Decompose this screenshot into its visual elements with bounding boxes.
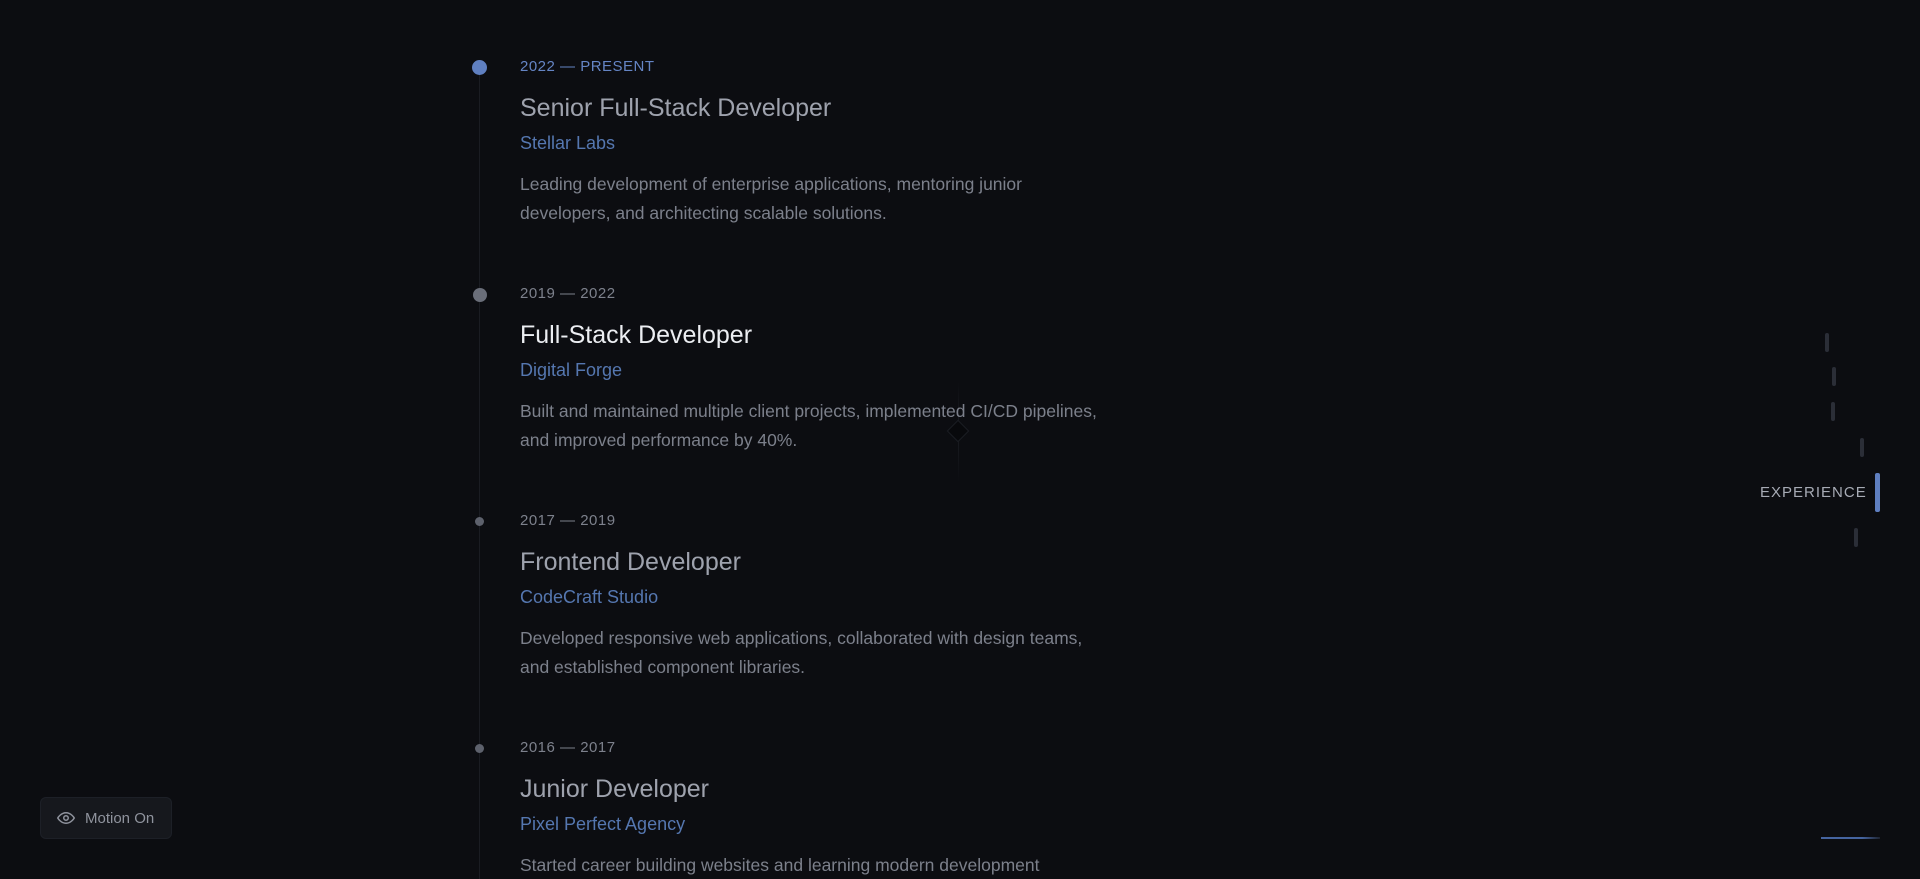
timeline-line — [479, 60, 480, 879]
entry-company: Stellar Labs — [520, 133, 616, 153]
timeline-dot — [473, 288, 487, 302]
timeline-dot-active — [472, 60, 487, 75]
entry-date: 2019 — 2022 — [520, 285, 616, 302]
entry-description: Leading development of enterprise applic… — [520, 174, 1022, 223]
motion-toggle-button[interactable]: Motion On — [40, 797, 172, 839]
timeline-dot — [475, 744, 484, 753]
section-nav-tick[interactable] — [1854, 528, 1858, 547]
entry-description: Developed responsive web applications, c… — [520, 628, 1083, 677]
entry-company: CodeCraft Studio — [520, 587, 659, 607]
timeline-entry: 2016 — 2017 Junior Developer Pixel Perfe… — [520, 739, 1100, 879]
timeline-entry: 2022 — PRESENT Senior Full-Stack Develop… — [520, 58, 1100, 228]
timeline-entry: 2019 — 2022 Full-Stack Developer Digital… — [520, 285, 1100, 455]
entry-description: Built and maintained multiple client pro… — [520, 401, 1097, 450]
entry-company: Digital Forge — [520, 360, 623, 380]
entry-company: Pixel Perfect Agency — [520, 814, 686, 834]
entry-title: Full-Stack Developer — [520, 321, 753, 349]
entry-date: 2022 — PRESENT — [520, 58, 655, 75]
section-nav-tick[interactable] — [1825, 333, 1829, 352]
eye-icon — [57, 809, 75, 827]
section-nav-tick[interactable] — [1832, 367, 1836, 386]
scroll-progress-bar — [1821, 837, 1880, 839]
entry-title: Senior Full-Stack Developer — [520, 94, 832, 122]
section-nav-tick[interactable] — [1860, 438, 1864, 457]
section-nav-label[interactable]: EXPERIENCE — [1760, 484, 1867, 502]
entry-title: Junior Developer — [520, 775, 709, 803]
timeline-dot — [475, 517, 484, 526]
timeline-entry: 2017 — 2019 Frontend Developer CodeCraft… — [520, 512, 1100, 682]
section-nav-tick-active[interactable] — [1875, 473, 1880, 512]
motion-toggle-label: Motion On — [85, 809, 155, 827]
entry-date: 2017 — 2019 — [520, 512, 616, 529]
section-nav-tick[interactable] — [1831, 402, 1835, 421]
entry-date: 2016 — 2017 — [520, 739, 616, 756]
entry-description: Started career building websites and lea… — [520, 855, 1040, 875]
entry-title: Frontend Developer — [520, 548, 741, 576]
experience-page: 2022 — PRESENT Senior Full-Stack Develop… — [0, 0, 1920, 879]
